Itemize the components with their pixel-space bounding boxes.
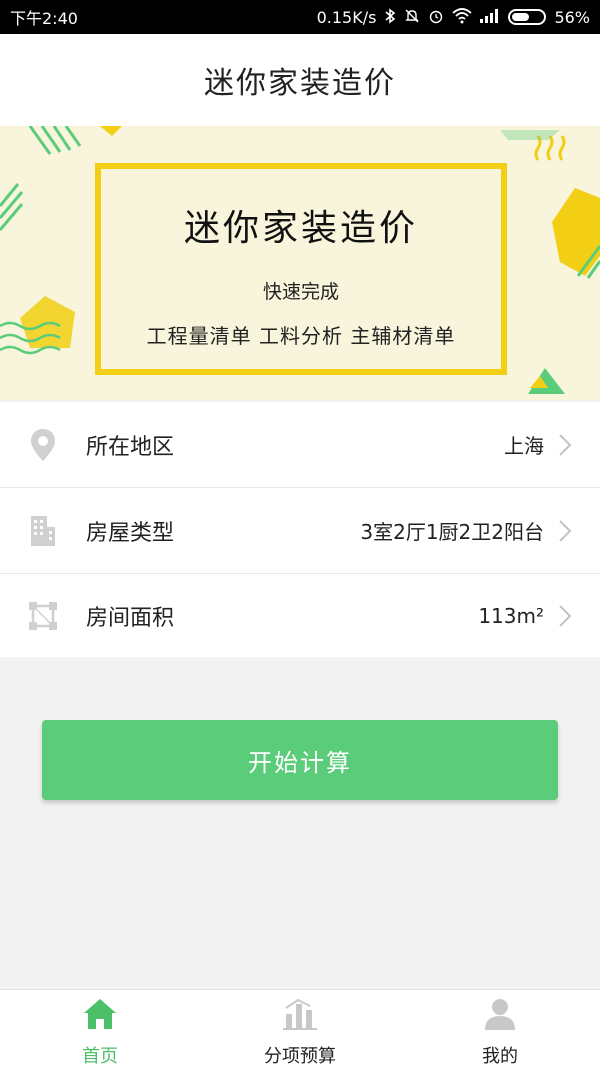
start-calculation-button[interactable]: 开始计算 (42, 720, 558, 800)
house-type-label: 房屋类型 (86, 520, 175, 546)
status-indicators: 0.15K/s 56% (317, 8, 590, 27)
user-icon (482, 996, 518, 1032)
promo-banner: 迷你家装造价 快速完成 工程量清单 工料分析 主辅材清单 (0, 126, 600, 400)
app-header: 迷你家装造价 (0, 34, 600, 126)
network-speed: 0.15K/s (316, 7, 377, 27)
bluetooth-icon (384, 7, 396, 27)
battery-level (512, 13, 530, 21)
bottom-nav: 首页 分项预算 我的 (0, 989, 600, 1067)
house-type-value: 3室2厅1厨2卫2阳台 (360, 520, 544, 544)
chevron-right-icon (558, 433, 572, 457)
chevron-right-icon (558, 519, 572, 543)
battery-icon (508, 9, 547, 25)
banner-features: 工程量清单 工料分析 主辅材清单 (146, 324, 456, 348)
banner-frame: 迷你家装造价 快速完成 工程量清单 工料分析 主辅材清单 (95, 163, 507, 375)
nav-home[interactable]: 首页 (0, 990, 200, 1067)
status-time: 下午2:40 (10, 9, 78, 28)
page-title: 迷你家装造价 (204, 66, 396, 101)
house-info-form: 所在地区 上海 房屋类型 3室2厅1厨2卫2阳台 房间面积 113m² (0, 402, 600, 657)
region-row[interactable]: 所在地区 上海 (0, 402, 600, 488)
mute-icon (404, 8, 420, 27)
wifi-icon (452, 7, 473, 27)
building-icon (28, 514, 58, 548)
room-area-row[interactable]: 房间面积 113m² (0, 574, 600, 657)
location-pin-icon (28, 428, 58, 462)
nav-item-budget[interactable]: 分项预算 (200, 990, 400, 1067)
room-area-label: 房间面积 (86, 605, 175, 631)
nav-home-label: 首页 (82, 1046, 118, 1067)
nav-item-mine[interactable]: 我的 (400, 990, 600, 1067)
status-bar: 下午2:40 0.15K/s 56% (0, 0, 600, 34)
banner-subtitle: 快速完成 (262, 281, 339, 303)
battery-percent: 56% (554, 7, 590, 27)
signal-icon (480, 8, 500, 26)
chevron-right-icon (558, 604, 572, 628)
region-label: 所在地区 (86, 434, 175, 460)
home-icon (82, 996, 118, 1032)
nav-budget-label: 分项预算 (264, 1046, 336, 1067)
nav-mine-label: 我的 (482, 1046, 518, 1067)
region-value: 上海 (504, 434, 544, 458)
room-area-value: 113m² (478, 603, 544, 628)
area-icon (28, 599, 58, 633)
banner-title: 迷你家装造价 (183, 208, 418, 249)
alarm-icon (428, 8, 444, 27)
chart-icon (282, 996, 318, 1032)
house-type-row[interactable]: 房屋类型 3室2厅1厨2卫2阳台 (0, 488, 600, 574)
